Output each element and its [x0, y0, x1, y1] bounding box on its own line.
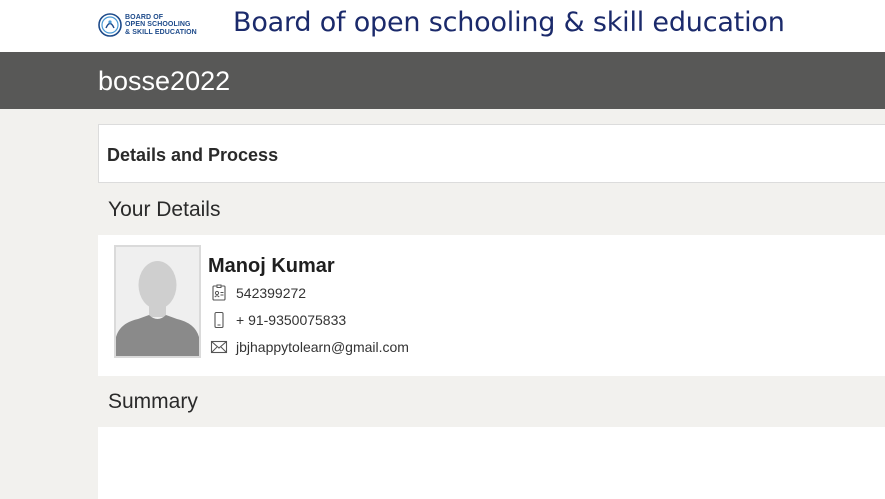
id-card-icon [212, 284, 226, 301]
page-banner: bosse2022 [0, 52, 885, 109]
banner-title: bosse2022 [98, 66, 231, 96]
logo-line: & SKILL EDUCATION [125, 28, 197, 36]
email-row: jbjhappytolearn@gmail.com [210, 337, 409, 357]
details-card: Manoj Kumar 542399272 + 91-9350075833 jb… [98, 235, 885, 376]
id-row: 542399272 [210, 283, 306, 303]
envelope-icon [210, 340, 228, 354]
panel-title: Details and Process [107, 145, 279, 165]
site-header: BOARD OF OPEN SCHOOLING & SKILL EDUCATIO… [0, 0, 885, 52]
site-title: Board of open schooling & skill educatio… [233, 7, 785, 38]
your-details-heading: Your Details [108, 198, 221, 221]
site-logo[interactable]: BOARD OF OPEN SCHOOLING & SKILL EDUCATIO… [98, 11, 210, 39]
phone-row: + 91-9350075833 [210, 310, 346, 330]
logo-line: OPEN SCHOOLING [125, 21, 191, 29]
avatar [114, 245, 201, 358]
id-number: 542399272 [236, 285, 307, 301]
logo-line: BOARD OF [125, 13, 164, 21]
details-process-panel: Details and Process [98, 124, 885, 183]
phone-number[interactable]: + 91-9350075833 [236, 312, 346, 328]
logo-icon [98, 13, 122, 37]
user-name: Manoj Kumar [208, 255, 335, 277]
mobile-phone-icon [214, 311, 224, 329]
summary-heading: Summary [108, 390, 198, 413]
person-silhouette-icon [116, 247, 199, 356]
logo-text: BOARD OF OPEN SCHOOLING & SKILL EDUCATIO… [125, 14, 197, 36]
summary-panel [98, 427, 885, 499]
email-address[interactable]: jbjhappytolearn@gmail.com [236, 339, 409, 355]
